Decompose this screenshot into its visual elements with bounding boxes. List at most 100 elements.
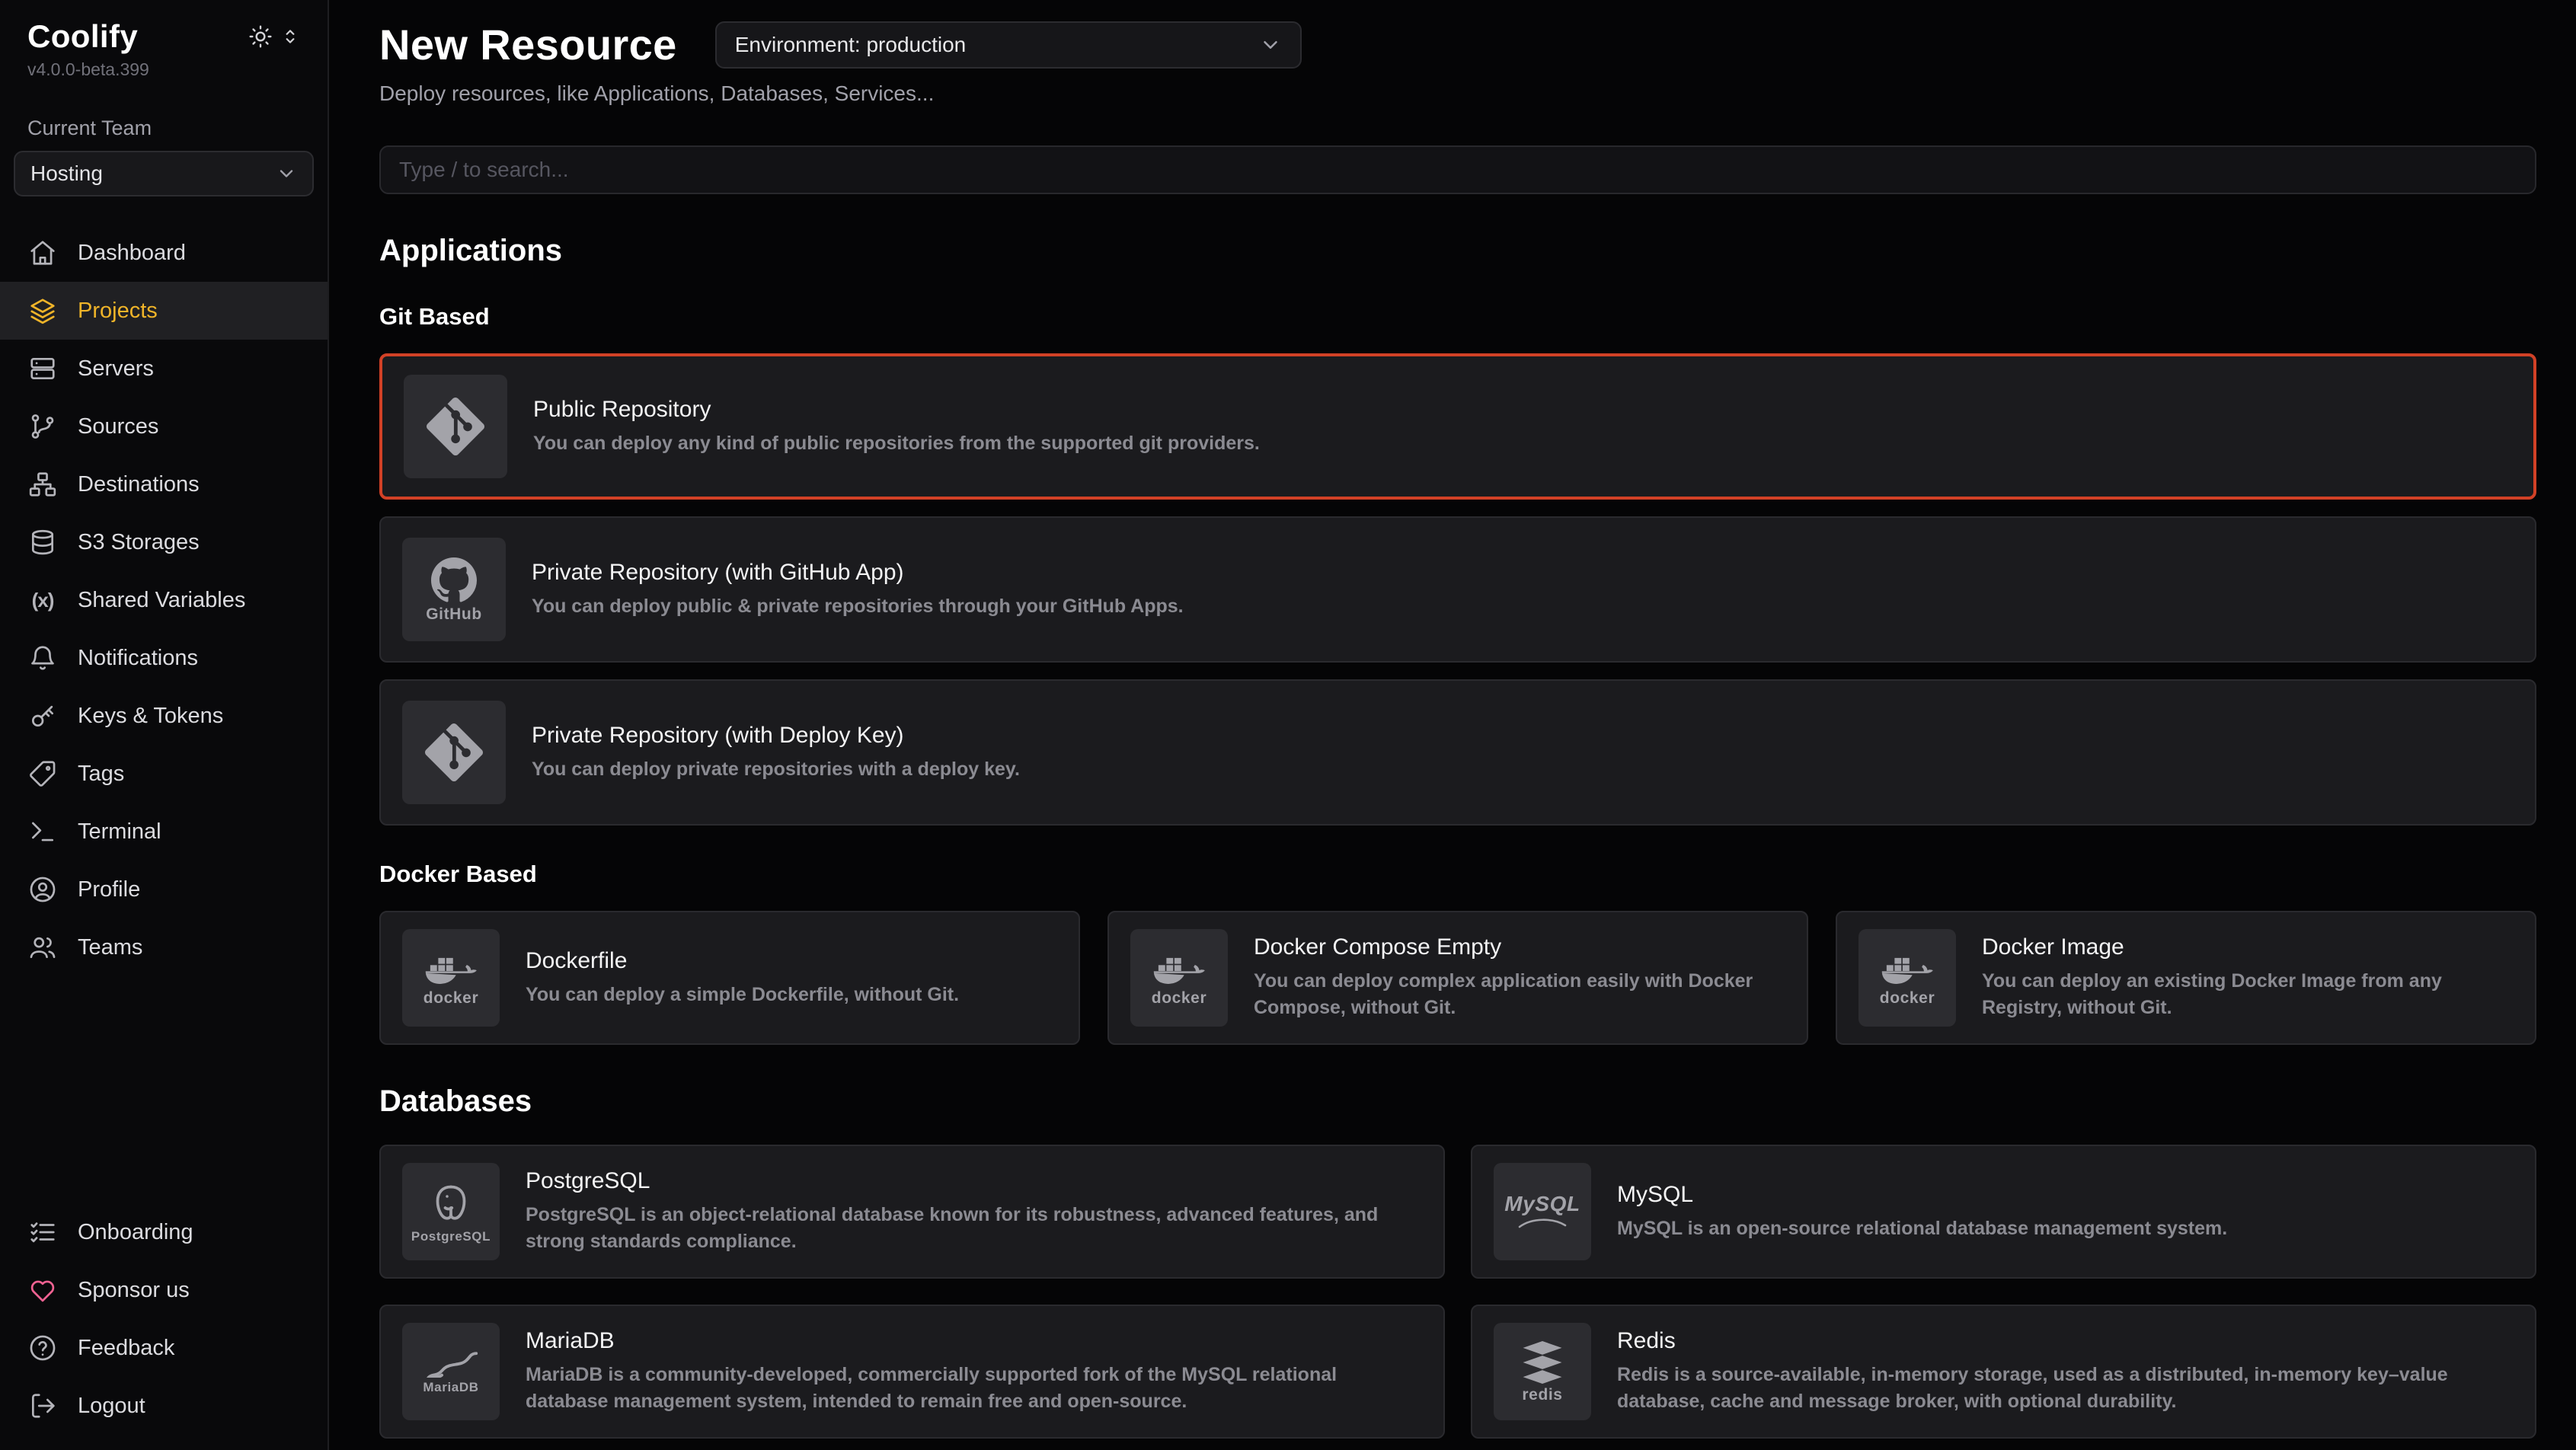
card-description: You can deploy private repositories with… xyxy=(532,756,1020,783)
card-title: Redis xyxy=(1617,1328,2514,1354)
terminal-icon xyxy=(27,816,58,847)
git-branch-icon xyxy=(27,411,58,442)
theme-toggle-sun-icon[interactable] xyxy=(248,24,273,49)
git-icon xyxy=(404,375,507,478)
postgresql-wordmark: PostgreSQL xyxy=(411,1230,491,1243)
sidebar-item-label: Keys & Tokens xyxy=(78,704,223,729)
card-dockerfile[interactable]: docker Dockerfile You can deploy a simpl… xyxy=(379,911,1080,1045)
coolify-app: Coolify v4.0.0-beta.399 Current Team Hos… xyxy=(0,0,2576,1450)
mariadb-wordmark: MariaDB xyxy=(423,1381,478,1394)
user-circle-icon xyxy=(27,874,58,905)
sidebar-item-label: Notifications xyxy=(78,646,198,671)
sidebar-item-label: Shared Variables xyxy=(78,588,245,613)
sidebar-item-label: Teams xyxy=(78,935,142,960)
card-text: Docker Image You can deploy an existing … xyxy=(1982,934,2514,1021)
logout-icon xyxy=(27,1391,58,1421)
card-docker-image[interactable]: docker Docker Image You can deploy an ex… xyxy=(1836,911,2536,1045)
sidebar-footer-nav: Onboarding Sponsor us Feedback Logout xyxy=(0,1203,328,1435)
card-private-repository-github-app[interactable]: GitHub Private Repository (with GitHub A… xyxy=(379,516,2536,663)
docker-wordmark: docker xyxy=(423,990,478,1006)
card-text: MariaDB MariaDB is a community-developed… xyxy=(526,1328,1422,1415)
section-heading-databases: Databases xyxy=(379,1084,2536,1119)
team-select-value: Hosting xyxy=(30,161,103,186)
app-logo: Coolify xyxy=(27,18,138,55)
git-based-cards: Public Repository You can deploy any kin… xyxy=(379,353,2536,826)
mysql-wordmark: MySQL xyxy=(1504,1193,1580,1215)
card-description: PostgreSQL is an object-relational datab… xyxy=(526,1202,1422,1255)
sidebar-item-shared-variables[interactable]: (x) Shared Variables xyxy=(0,571,328,629)
sidebar-item-projects[interactable]: Projects xyxy=(0,282,328,340)
card-title: Docker Image xyxy=(1982,934,2514,960)
card-private-repository-deploy-key[interactable]: Private Repository (with Deploy Key) You… xyxy=(379,679,2536,826)
environment-select[interactable]: Environment: production xyxy=(715,21,1302,69)
sidebar-item-feedback[interactable]: Feedback xyxy=(0,1319,328,1377)
card-title: MariaDB xyxy=(526,1328,1422,1354)
sidebar-item-sources[interactable]: Sources xyxy=(0,398,328,455)
chevrons-up-down-icon[interactable] xyxy=(280,27,300,46)
docker-wordmark: docker xyxy=(1152,990,1207,1006)
card-text: Public Repository You can deploy any kin… xyxy=(533,397,1260,457)
card-description: You can deploy a simple Dockerfile, with… xyxy=(526,982,959,1008)
card-description: You can deploy complex application easil… xyxy=(1254,968,1785,1021)
docker-icon: docker xyxy=(1858,929,1956,1027)
mysql-icon: MySQL xyxy=(1494,1163,1591,1260)
sidebar-item-logout[interactable]: Logout xyxy=(0,1377,328,1435)
sidebar-item-notifications[interactable]: Notifications xyxy=(0,629,328,687)
sidebar-item-s3-storages[interactable]: S3 Storages xyxy=(0,513,328,571)
team-select[interactable]: Hosting xyxy=(14,151,314,196)
card-description: You can deploy public & private reposito… xyxy=(532,593,1184,620)
github-icon: GitHub xyxy=(402,538,506,641)
card-text: MySQL MySQL is an open-source relational… xyxy=(1617,1182,2227,1242)
sidebar-item-onboarding[interactable]: Onboarding xyxy=(0,1203,328,1261)
subsection-heading-docker-based: Docker Based xyxy=(379,861,2536,888)
sidebar-item-tags[interactable]: Tags xyxy=(0,745,328,803)
tag-icon xyxy=(27,759,58,789)
key-icon xyxy=(27,701,58,731)
page-subtitle: Deploy resources, like Applications, Dat… xyxy=(379,81,2536,106)
server-icon xyxy=(27,353,58,384)
card-redis[interactable]: redis Redis Redis is a source-available,… xyxy=(1471,1305,2536,1439)
card-docker-compose-empty[interactable]: docker Docker Compose Empty You can depl… xyxy=(1107,911,1808,1045)
docker-icon: docker xyxy=(1130,929,1228,1027)
sidebar-item-teams[interactable]: Teams xyxy=(0,918,328,976)
sidebar-item-terminal[interactable]: Terminal xyxy=(0,803,328,861)
card-title: Docker Compose Empty xyxy=(1254,934,1785,960)
sidebar-item-servers[interactable]: Servers xyxy=(0,340,328,398)
card-title: Private Repository (with GitHub App) xyxy=(532,560,1184,586)
sidebar-item-profile[interactable]: Profile xyxy=(0,861,328,918)
card-postgresql[interactable]: PostgreSQL PostgreSQL PostgreSQL is an o… xyxy=(379,1145,1445,1279)
page-header: New Resource Environment: production xyxy=(379,20,2536,69)
main-content: New Resource Environment: production Dep… xyxy=(329,0,2576,1450)
card-text: PostgreSQL PostgreSQL is an object-relat… xyxy=(526,1168,1422,1255)
layers-icon xyxy=(27,295,58,326)
heart-icon xyxy=(27,1275,58,1305)
app-version: v4.0.0-beta.399 xyxy=(0,55,328,80)
chevron-down-icon xyxy=(276,163,297,184)
sidebar-item-keys-tokens[interactable]: Keys & Tokens xyxy=(0,687,328,745)
sidebar-item-destinations[interactable]: Destinations xyxy=(0,455,328,513)
card-mariadb[interactable]: MariaDB MariaDB MariaDB is a community-d… xyxy=(379,1305,1445,1439)
sidebar-item-label: Sponsor us xyxy=(78,1278,190,1303)
sidebar-item-dashboard[interactable]: Dashboard xyxy=(0,224,328,282)
card-description: MariaDB is a community-developed, commer… xyxy=(526,1362,1422,1415)
bell-icon xyxy=(27,643,58,673)
help-circle-icon xyxy=(27,1333,58,1363)
docker-wordmark: docker xyxy=(1880,990,1935,1006)
sidebar-item-label: Terminal xyxy=(78,819,161,845)
sidebar: Coolify v4.0.0-beta.399 Current Team Hos… xyxy=(0,0,329,1450)
chevron-down-icon xyxy=(1259,34,1282,56)
subsection-heading-git-based: Git Based xyxy=(379,303,2536,331)
card-title: Dockerfile xyxy=(526,948,959,974)
card-text: Dockerfile You can deploy a simple Docke… xyxy=(526,948,959,1008)
card-description: You can deploy an existing Docker Image … xyxy=(1982,968,2514,1021)
brand-actions xyxy=(248,24,300,49)
search-input[interactable] xyxy=(379,145,2536,194)
card-text: Docker Compose Empty You can deploy comp… xyxy=(1254,934,1785,1021)
sidebar-item-label: Onboarding xyxy=(78,1220,193,1245)
card-mysql[interactable]: MySQL MySQL MySQL is an open-source rela… xyxy=(1471,1145,2536,1279)
sidebar-item-label: Sources xyxy=(78,414,158,439)
git-icon xyxy=(402,701,506,804)
sidebar-item-label: Logout xyxy=(78,1394,145,1419)
card-public-repository[interactable]: Public Repository You can deploy any kin… xyxy=(379,353,2536,500)
sidebar-item-sponsor-us[interactable]: Sponsor us xyxy=(0,1261,328,1319)
